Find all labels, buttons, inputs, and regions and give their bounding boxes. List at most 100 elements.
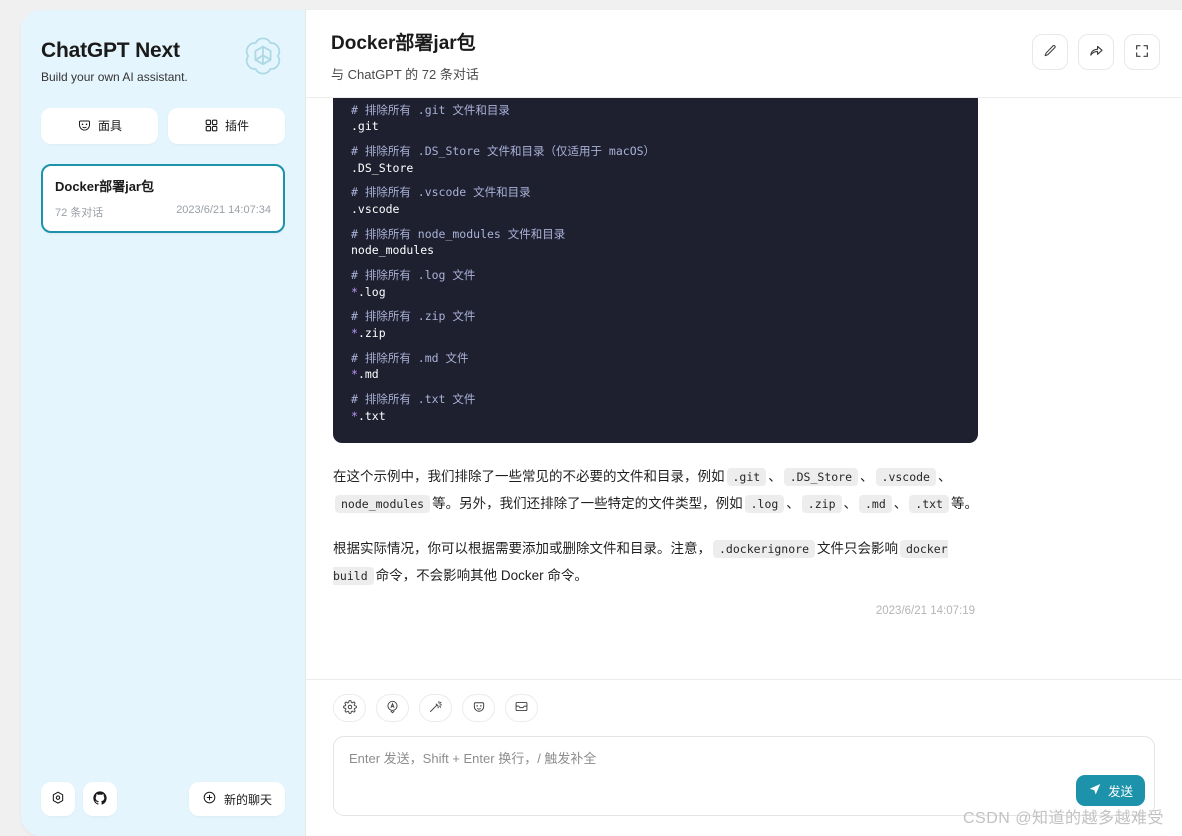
app-window: ChatGPT Next Build your own AI assistant…: [21, 10, 1182, 836]
share-arrow-icon: [1088, 42, 1105, 62]
code-comment-line: # 排除所有 .vscode 文件和目录: [351, 185, 531, 200]
maximize-icon: [1134, 43, 1150, 62]
mask-icon: [472, 700, 486, 717]
plugins-button[interactable]: 插件: [168, 107, 285, 144]
github-button[interactable]: [83, 782, 117, 816]
chat-input-container[interactable]: 发送: [333, 736, 1155, 816]
magic-wand-icon: [428, 699, 443, 717]
theme-auto-icon: [385, 699, 400, 717]
rename-button[interactable]: [1032, 34, 1068, 70]
settings-icon-button[interactable]: [333, 694, 366, 722]
sidebar-footer: 新的聊天: [41, 782, 285, 816]
code-value-line: *.log: [351, 284, 386, 299]
inline-code-nodemodules: node_modules: [335, 494, 431, 513]
input-panel: 发送: [306, 679, 1182, 836]
chat-item-title: Docker部署jar包: [55, 178, 154, 194]
inline-code-dsstore: .DS_Store: [783, 467, 859, 486]
sep-3: 、: [937, 468, 952, 484]
fullscreen-button[interactable]: [1124, 34, 1160, 70]
mask-icon: [77, 118, 92, 133]
clear-context-icon: [514, 699, 529, 717]
code-value-line: .DS_Store: [351, 160, 414, 175]
plus-circle-icon: [202, 790, 217, 808]
chat-input[interactable]: [349, 750, 1139, 796]
message-scroll-area[interactable]: # 排除所有 .git 文件和目录 .git # 排除所有 .DS_Store …: [306, 97, 1182, 679]
input-tool-row: [333, 694, 1155, 722]
plugins-button-label: 插件: [224, 119, 249, 134]
theme-toggle-button[interactable]: [376, 694, 409, 722]
sep-2: 、: [860, 468, 874, 484]
scroll-spacer: [333, 617, 1155, 647]
code-comment-line: # 排除所有 node_modules 文件和目录: [351, 226, 566, 241]
sidebar: ChatGPT Next Build your own AI assistant…: [21, 10, 306, 836]
send-plane-icon: [1088, 782, 1102, 799]
inline-code-zip: .zip: [801, 494, 842, 513]
code-value-line: node_modules: [351, 243, 435, 258]
code-comment-line: # 排除所有 .log 文件: [351, 268, 476, 283]
settings-button[interactable]: [41, 782, 75, 816]
settings-gear-icon: [342, 699, 357, 717]
code-comment-line: # 排除所有 .git 文件和目录: [351, 102, 510, 117]
page-subtitle: 与 ChatGPT 的 72 条对话: [331, 66, 479, 82]
paragraph-1-text-1: 在这个示例中，我们排除了一些常见的不必要的文件和目录，例如: [333, 468, 725, 484]
inline-code-log: .log: [744, 494, 785, 513]
sep-6: 、: [893, 495, 908, 511]
main-panel: Docker部署jar包 与 ChatGPT 的 72 条对话 # 排除所有 .…: [306, 10, 1182, 836]
message-paragraph-2: 根据实际情况，你可以根据需要添加或删除文件和目录。注意， .dockerignor…: [333, 535, 978, 589]
sidebar-action-row: 面具 插件: [41, 107, 285, 144]
new-chat-label: 新的聊天: [223, 792, 272, 807]
plugin-grid-icon: [204, 118, 219, 133]
code-value-line: .vscode: [351, 202, 400, 217]
paragraph-1-text-2: 等。另外，我们还排除了一些特定的文件类型，例如: [432, 495, 743, 511]
share-button[interactable]: [1078, 34, 1114, 70]
settings-gear-icon: [50, 790, 66, 809]
prompt-button[interactable]: [419, 694, 452, 722]
code-value-line: .git: [351, 119, 379, 134]
code-block[interactable]: # 排除所有 .git 文件和目录 .git # 排除所有 .DS_Store …: [333, 97, 978, 443]
pencil-icon: [1042, 43, 1058, 62]
send-button-label: 发送: [1107, 785, 1133, 799]
code-comment-line: # 排除所有 .zip 文件: [351, 309, 476, 324]
sep-5: 、: [843, 495, 858, 511]
sep-1: 、: [768, 468, 782, 484]
clear-context-button[interactable]: [505, 694, 538, 722]
mask-button[interactable]: [462, 694, 495, 722]
header-titles: Docker部署jar包 与 ChatGPT 的 72 条对话: [331, 32, 1032, 83]
message-timestamp: 2023/6/21 14:07:19: [875, 604, 975, 617]
chat-item-time: 2023/6/21 14:07:34: [176, 203, 271, 216]
code-comment-line: # 排除所有 .md 文件: [351, 350, 469, 365]
chat-item-count: 72 条对话: [55, 206, 104, 219]
sep-4: 、: [786, 495, 800, 511]
github-icon: [92, 790, 108, 809]
chat-item-meta: 72 条对话 2023/6/21 14:07:34: [55, 204, 271, 220]
code-content: # 排除所有 .git 文件和目录 .git # 排除所有 .DS_Store …: [351, 103, 960, 423]
inline-code-vscode: .vscode: [875, 467, 936, 486]
code-value-line: *.md: [351, 367, 379, 382]
sidebar-header: ChatGPT Next Build your own AI assistant…: [41, 30, 285, 86]
assistant-message: # 排除所有 .git 文件和目录 .git # 排除所有 .DS_Store …: [333, 97, 978, 589]
paragraph-1-text-3: 等。: [950, 495, 978, 511]
masks-button-label: 面具: [97, 119, 122, 134]
page-title[interactable]: Docker部署jar包: [331, 32, 1032, 56]
chat-list-item[interactable]: Docker部署jar包 72 条对话 2023/6/21 14:07:34: [41, 163, 285, 233]
chat-list: Docker部署jar包 72 条对话 2023/6/21 14:07:34: [41, 163, 285, 782]
paragraph-2-text-2: 文件只会影响: [817, 540, 899, 556]
masks-button[interactable]: 面具: [41, 107, 158, 144]
code-comment-line: # 排除所有 .DS_Store 文件和目录（仅适用于 macOS）: [351, 144, 656, 159]
inline-code-txt: .txt: [909, 494, 949, 513]
paragraph-2-text-1: 根据实际情况，你可以根据需要添加或删除文件和目录。注意，: [333, 540, 711, 556]
code-value-line: *.zip: [351, 326, 386, 341]
message-paragraph-1: 在这个示例中，我们排除了一些常见的不必要的文件和目录，例如 .git、 .DS_St…: [333, 463, 978, 517]
code-comment-line: # 排除所有 .txt 文件: [351, 392, 476, 407]
inline-code-dockerignore: .dockerignore: [713, 539, 816, 558]
header-actions: [1032, 32, 1160, 70]
paragraph-2-text-3: 命令，不会影响其他 Docker 命令。: [375, 567, 588, 583]
code-value-line: *.txt: [351, 408, 386, 423]
app-root: ChatGPT Next Build your own AI assistant…: [0, 0, 1182, 836]
inline-code-git: .git: [726, 467, 767, 486]
message-timestamp-row: 2023/6/21 14:07:19: [333, 589, 1155, 617]
chat-header: Docker部署jar包 与 ChatGPT 的 72 条对话: [306, 10, 1182, 98]
new-chat-button[interactable]: 新的聊天: [188, 782, 285, 816]
openai-logo-icon: [239, 32, 287, 80]
send-button[interactable]: 发送: [1075, 775, 1145, 806]
